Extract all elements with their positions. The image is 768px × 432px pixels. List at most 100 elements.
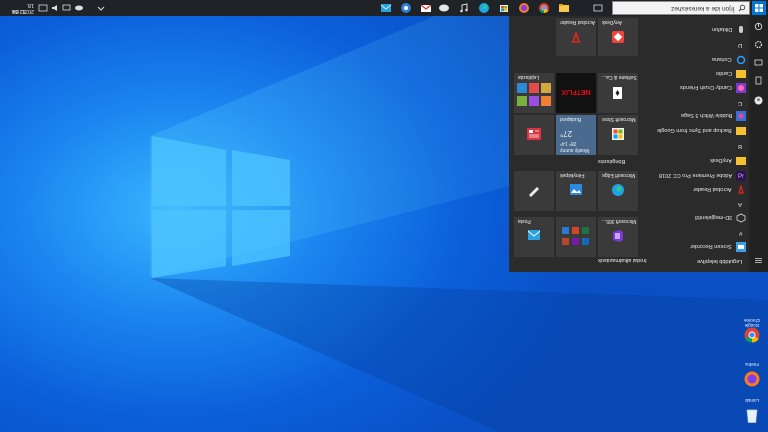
- mail-icon[interactable]: [380, 2, 392, 14]
- tile-anydesk[interactable]: AnyDesk: [598, 18, 638, 56]
- tile-office-apps[interactable]: [556, 217, 596, 257]
- tile-office[interactable]: Microsoft 365...: [598, 217, 638, 257]
- group-browsing-header: Böngészés: [598, 158, 626, 164]
- network-icon[interactable]: [62, 2, 72, 14]
- app-label: Candy Crush Friends: [680, 84, 732, 90]
- hamburger-icon[interactable]: [754, 256, 763, 265]
- tile-label: Microsoft Edge: [602, 172, 636, 178]
- section-letter-b[interactable]: B: [738, 143, 742, 149]
- news-icon: [527, 128, 541, 140]
- office-apps-grid: [562, 227, 590, 249]
- tile-news[interactable]: [514, 115, 554, 155]
- app-screen-recorder[interactable]: Screen Recorder: [636, 241, 746, 253]
- speaker-icon[interactable]: [50, 2, 60, 14]
- task-view-icon[interactable]: [592, 2, 604, 14]
- music-icon[interactable]: [458, 2, 470, 14]
- tile-photos[interactable]: Fényképek: [556, 171, 596, 211]
- search-icon: [738, 4, 746, 12]
- store-icon: [612, 128, 624, 140]
- folder-icon: [736, 70, 746, 78]
- app-label: Cardio: [715, 70, 732, 76]
- tile-mail[interactable]: Posta: [514, 217, 554, 257]
- tile-label: Lejátszás: [518, 74, 540, 80]
- edge-icon[interactable]: [478, 2, 490, 14]
- tile-netflix[interactable]: NETFLIX: [556, 73, 596, 113]
- app-backup-sync[interactable]: Backup and Sync from Google: [636, 125, 746, 137]
- tile-store[interactable]: Microsoft Store: [598, 115, 638, 155]
- tile-games-folder[interactable]: Lejátszás: [514, 73, 554, 113]
- netflix-logo: NETFLIX: [561, 88, 591, 95]
- premiere-icon: Pr: [736, 171, 746, 181]
- firefox-icon[interactable]: [518, 2, 530, 14]
- tile-label: Posta: [518, 218, 531, 224]
- app-icon: [529, 187, 539, 197]
- section-letter-d[interactable]: D: [738, 42, 742, 48]
- app-cortana[interactable]: Cortana: [636, 54, 746, 66]
- chrome-icon: [744, 327, 760, 343]
- edge-icon: [612, 184, 624, 196]
- cortana-icon: [736, 55, 746, 65]
- group-office-header: Irodai alkalmazások: [598, 257, 647, 263]
- gmail-icon[interactable]: [420, 2, 432, 14]
- office-icon: [613, 230, 623, 242]
- desktop-icon-label: Firefox: [745, 362, 759, 367]
- tile-edge[interactable]: Microsoft Edge: [598, 171, 638, 211]
- app-anydesk[interactable]: AnyDesk: [636, 155, 746, 167]
- acrobat-icon: [738, 185, 744, 194]
- tile-label: Acrobat Reader: [560, 19, 596, 25]
- app-bubble-witch[interactable]: Bubble Witch 3 Saga: [636, 110, 746, 122]
- photos-icon: [570, 184, 582, 195]
- desktop-icon-label: Lomtár: [745, 398, 760, 403]
- teams-icon[interactable]: [438, 2, 450, 14]
- tile-label: Microsoft Store: [602, 116, 636, 122]
- start-button-icon[interactable]: [752, 1, 766, 15]
- tile-acrobat[interactable]: Acrobat Reader: [556, 18, 596, 56]
- tile-label: Microsoft 365...: [602, 218, 637, 224]
- clock[interactable]: 2021. 09. 18. 12:54: [4, 1, 34, 15]
- recycle-bin-icon: [746, 409, 758, 424]
- start-rail: [749, 16, 768, 272]
- pictures-icon[interactable]: [754, 58, 763, 67]
- tile-solitaire[interactable]: Solitaire & Ca...: [598, 73, 638, 113]
- app-dictaphone[interactable]: Diktafon: [636, 24, 746, 36]
- firefox-icon: [744, 371, 760, 387]
- section-letter-c[interactable]: C: [738, 100, 742, 106]
- documents-icon[interactable]: [754, 76, 763, 85]
- screen-recorder-icon: [736, 242, 746, 252]
- clock-time: 12:54: [12, 8, 26, 14]
- store-icon[interactable]: [498, 2, 510, 14]
- app-premiere[interactable]: Adobe Premiere Pro CC 2018 Pr: [636, 170, 746, 182]
- folder-icon: [736, 127, 746, 135]
- tile-unknown-app[interactable]: [514, 171, 554, 211]
- section-letter-hash[interactable]: #: [739, 230, 742, 236]
- tile-weather[interactable]: Budapest 27° 28° 14° Mostly sunny: [556, 115, 596, 155]
- search-placeholder: Írjon ide a kereséshez: [671, 5, 735, 12]
- dictaphone-icon: [739, 26, 743, 33]
- settings-icon[interactable]: [754, 40, 763, 49]
- 3d-viewer-icon: [736, 213, 746, 223]
- tile-label: Solitaire & Ca...: [602, 74, 637, 80]
- file-explorer-icon[interactable]: [558, 2, 570, 14]
- user-icon[interactable]: [754, 96, 763, 105]
- app-label: AnyDesk: [709, 157, 732, 163]
- app-label: Adobe Premiere Pro CC 2018: [658, 172, 732, 178]
- chrome-canary-icon[interactable]: [400, 2, 412, 14]
- power-icon[interactable]: [754, 22, 763, 31]
- app-candy-crush[interactable]: Candy Crush Friends: [636, 82, 746, 94]
- mail-icon: [528, 230, 540, 240]
- onedrive-icon[interactable]: [74, 2, 84, 14]
- svg-text:Pr: Pr: [738, 174, 744, 180]
- candy-crush-icon: [736, 83, 746, 93]
- chevron-up-icon[interactable]: [96, 2, 106, 14]
- search-box[interactable]: Írjon ide a kereséshez: [612, 1, 750, 15]
- app-cardio[interactable]: Cardio: [636, 68, 746, 80]
- app-label: Acrobat Reader: [693, 186, 732, 192]
- section-letter-a[interactable]: A: [738, 201, 742, 207]
- anydesk-icon: [612, 31, 624, 43]
- language-icon[interactable]: [38, 2, 48, 14]
- app-acrobat[interactable]: Acrobat Reader: [636, 184, 746, 196]
- app-3d-viewer[interactable]: 3D-megjelenítő: [636, 212, 746, 224]
- app-label: Bubble Witch 3 Saga: [680, 112, 732, 118]
- app-label: Backup and Sync from Google: [657, 127, 732, 133]
- chrome-icon[interactable]: [538, 2, 550, 14]
